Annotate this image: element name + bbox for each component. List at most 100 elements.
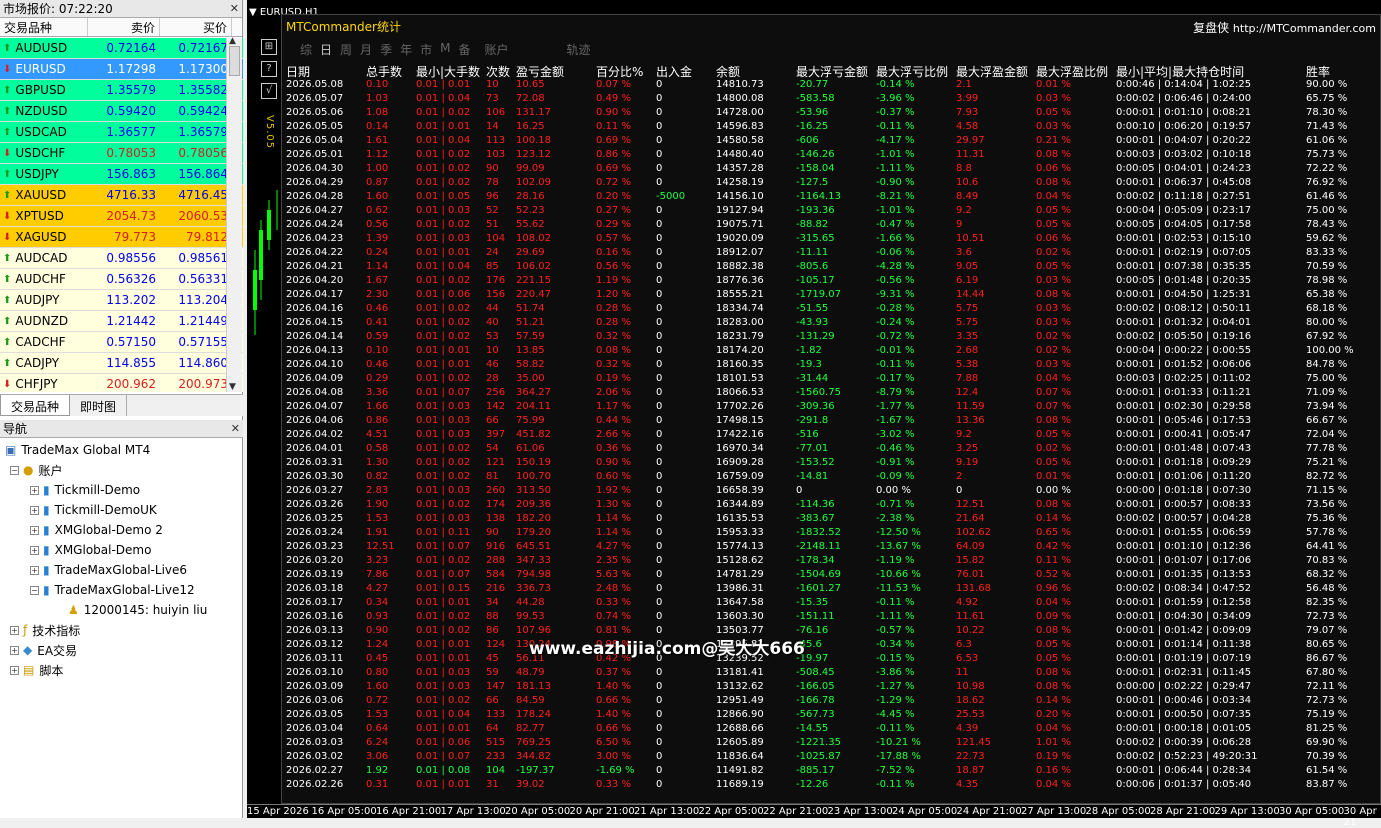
table-row[interactable]: 2026.03.051.530.01 | 0.04133178.241.40 %…	[286, 709, 1376, 723]
col-symbol[interactable]: 交易品种	[0, 18, 88, 36]
table-row[interactable]: 2026.02.271.920.01 | 0.08104-197.37-1.69…	[286, 765, 1376, 779]
tab-symbols[interactable]: 交易品种	[0, 395, 70, 416]
table-row[interactable]: 2026.05.041.610.01 | 0.04113100.180.69 %…	[286, 135, 1376, 149]
scroll-thumb[interactable]	[229, 46, 240, 76]
period-tab[interactable]: 月	[357, 41, 375, 58]
chart-window[interactable]: ▼ EURUSD,H1 ⊞ ? √ V5.05 MTCommander统计 复盘…	[247, 0, 1381, 818]
column-header[interactable]: 次数	[486, 63, 510, 80]
tree-account[interactable]: +▮Tickmill-DemoUK	[0, 500, 243, 520]
collapse-icon[interactable]: −	[30, 586, 39, 595]
period-tab[interactable]: 轨迹	[564, 41, 594, 58]
symbol-row-eurusd[interactable]: ⬇EURUSD1.172981.17300	[0, 59, 243, 80]
table-row[interactable]: 2026.04.083.360.01 | 0.07256364.272.06 %…	[286, 387, 1376, 401]
symbol-row-usdjpy[interactable]: ⬆USDJPY156.863156.864	[0, 164, 243, 185]
symbol-row-gbpusd[interactable]: ⬆GBPUSD1.355791.35582	[0, 80, 243, 101]
table-row[interactable]: 2026.04.301.000.01 | 0.029099.090.69 %01…	[286, 163, 1376, 177]
period-tab[interactable]: 年	[397, 41, 415, 58]
col-bid[interactable]: 卖价	[88, 18, 160, 36]
table-row[interactable]: 2026.04.201.670.01 | 0.02176221.151.19 %…	[286, 275, 1376, 289]
table-row[interactable]: 2026.05.011.120.01 | 0.02103123.120.86 %…	[286, 149, 1376, 163]
column-header[interactable]: 最大浮盈比例	[1036, 63, 1108, 80]
symbol-row-nzdusd[interactable]: ⬆NZDUSD0.594200.59424	[0, 101, 243, 122]
column-header[interactable]: 出入金	[656, 63, 692, 80]
column-header[interactable]: 最大浮盈金额	[956, 63, 1028, 80]
table-row[interactable]: 2026.03.091.600.01 | 0.03147181.131.40 %…	[286, 681, 1376, 695]
symbol-row-xagusd[interactable]: ⬇XAGUSD79.77379.812	[0, 227, 243, 248]
tree-account[interactable]: +▮Tickmill-Demo	[0, 480, 243, 500]
scroll-up-icon[interactable]: ▲	[229, 36, 236, 46]
expand-icon[interactable]: +	[10, 666, 19, 675]
expand-icon[interactable]: +	[30, 566, 39, 575]
table-row[interactable]: 2026.03.130.900.01 | 0.0286107.960.81 %0…	[286, 625, 1376, 639]
table-row[interactable]: 2026.03.036.240.01 | 0.06515769.256.50 %…	[286, 737, 1376, 751]
column-header[interactable]: 盈亏金额	[516, 63, 564, 80]
table-row[interactable]: 2026.03.060.720.01 | 0.026684.590.66 %01…	[286, 695, 1376, 709]
help-icon[interactable]: ?	[261, 61, 277, 77]
table-row[interactable]: 2026.03.2312.510.01 | 0.07916645.514.27 …	[286, 541, 1376, 555]
table-row[interactable]: 2026.02.260.310.01 | 0.013139.020.33 %01…	[286, 779, 1376, 793]
table-row[interactable]: 2026.03.241.910.01 | 0.1190179.201.14 %0…	[286, 527, 1376, 541]
period-tab[interactable]: M	[437, 41, 453, 58]
column-header[interactable]: 总手数	[366, 63, 402, 80]
tab-tick-chart[interactable]: 即时图	[70, 395, 127, 416]
market-watch-scrollbar[interactable]: ▲ ▼	[226, 38, 242, 392]
table-row[interactable]: 2026.04.010.580.01 | 0.025461.060.36 %01…	[286, 443, 1376, 457]
period-tab[interactable]: 市	[417, 41, 435, 58]
column-header[interactable]: 胜率	[1306, 63, 1330, 80]
period-tab[interactable]: 备	[455, 41, 473, 58]
table-row[interactable]: 2026.05.071.030.01 | 0.047372.080.49 %01…	[286, 93, 1376, 107]
period-tab[interactable]: 日	[317, 41, 335, 58]
table-row[interactable]: 2026.04.172.300.01 | 0.06156220.471.20 %…	[286, 289, 1376, 303]
expand-icon[interactable]: +	[10, 626, 19, 635]
column-header[interactable]: 最小|大手数	[416, 63, 480, 80]
expand-icon[interactable]: +	[30, 546, 39, 555]
table-row[interactable]: 2026.03.100.800.01 | 0.035948.790.37 %01…	[286, 667, 1376, 681]
period-tab[interactable]: 综	[297, 41, 315, 58]
symbol-row-audchf[interactable]: ⬆AUDCHF0.563260.56331	[0, 269, 243, 290]
table-row[interactable]: 2026.05.061.080.01 | 0.02106131.170.90 %…	[286, 107, 1376, 121]
brand-url[interactable]: http://MTCommander.com	[1233, 22, 1376, 35]
expand-icon[interactable]: +	[30, 506, 39, 515]
table-row[interactable]: 2026.04.150.410.01 | 0.024051.210.28 %01…	[286, 317, 1376, 331]
symbol-row-xauusd[interactable]: ⬆XAUUSD4716.334716.45	[0, 185, 243, 206]
tree-ea[interactable]: + ◆ EA交易	[0, 640, 243, 660]
table-row[interactable]: 2026.03.040.640.01 | 0.016482.770.66 %01…	[286, 723, 1376, 737]
table-row[interactable]: 2026.04.220.240.01 | 0.012429.690.16 %01…	[286, 247, 1376, 261]
column-header[interactable]: 最大浮亏比例	[876, 63, 948, 80]
col-ask[interactable]: 买价	[160, 18, 232, 36]
column-header[interactable]: 最大浮亏金额	[796, 63, 868, 80]
symbol-row-chfjpy[interactable]: ⬇CHFJPY200.962200.973	[0, 374, 243, 392]
table-row[interactable]: 2026.04.071.660.01 | 0.03142204.111.17 %…	[286, 401, 1376, 415]
tree-login[interactable]: ♟ 12000145: huiyin liu	[0, 600, 243, 620]
table-row[interactable]: 2026.03.184.270.01 | 0.15216336.732.48 %…	[286, 583, 1376, 597]
symbol-row-usdcad[interactable]: ⬆USDCAD1.365771.36579	[0, 122, 243, 143]
table-row[interactable]: 2026.04.100.460.01 | 0.014658.820.32 %01…	[286, 359, 1376, 373]
table-row[interactable]: 2026.04.231.390.01 | 0.03104108.020.57 %…	[286, 233, 1376, 247]
table-row[interactable]: 2026.04.290.870.01 | 0.0278102.090.72 %0…	[286, 177, 1376, 191]
table-row[interactable]: 2026.04.270.620.01 | 0.035252.230.27 %01…	[286, 205, 1376, 219]
table-row[interactable]: 2026.04.211.140.01 | 0.0485106.020.56 %0…	[286, 261, 1376, 275]
table-row[interactable]: 2026.03.203.230.01 | 0.02288347.332.35 %…	[286, 555, 1376, 569]
table-row[interactable]: 2026.04.024.510.01 | 0.03397451.822.66 %…	[286, 429, 1376, 443]
period-tab[interactable]: 季	[377, 41, 395, 58]
tree-account[interactable]: +▮XMGlobal-Demo	[0, 540, 243, 560]
tree-account[interactable]: −▮TradeMaxGlobal-Live12	[0, 580, 243, 600]
symbol-row-audusd[interactable]: ⬆AUDUSD0.721640.72167	[0, 38, 243, 59]
tree-indicators[interactable]: + ƒ 技术指标	[0, 620, 243, 640]
column-header[interactable]: 余额	[716, 63, 740, 80]
tree-account[interactable]: +▮XMGlobal-Demo 2	[0, 520, 243, 540]
symbol-row-cadchf[interactable]: ⬆CADCHF0.571500.57155	[0, 332, 243, 353]
table-row[interactable]: 2026.04.130.100.01 | 0.011013.850.08 %01…	[286, 345, 1376, 359]
expand-icon[interactable]: +	[10, 646, 19, 655]
table-row[interactable]: 2026.04.240.560.01 | 0.025155.620.29 %01…	[286, 219, 1376, 233]
close-icon[interactable]: ✕	[231, 422, 240, 435]
check-icon[interactable]: √	[261, 83, 277, 99]
tree-accounts[interactable]: − ● 账户	[0, 460, 243, 480]
tree-account[interactable]: +▮TradeMaxGlobal-Live6	[0, 560, 243, 580]
close-icon[interactable]: ✕	[230, 2, 239, 15]
table-row[interactable]: 2026.04.281.600.01 | 0.059628.160.20 %-5…	[286, 191, 1376, 205]
tree-root[interactable]: ▣ TradeMax Global MT4	[0, 440, 243, 460]
symbol-row-audcad[interactable]: ⬆AUDCAD0.985560.98561	[0, 248, 243, 269]
column-header[interactable]: 最小|平均|最大持仓时间	[1116, 63, 1244, 80]
table-row[interactable]: 2026.03.121.240.01 | 0.01124130.240.98 %…	[286, 639, 1376, 653]
